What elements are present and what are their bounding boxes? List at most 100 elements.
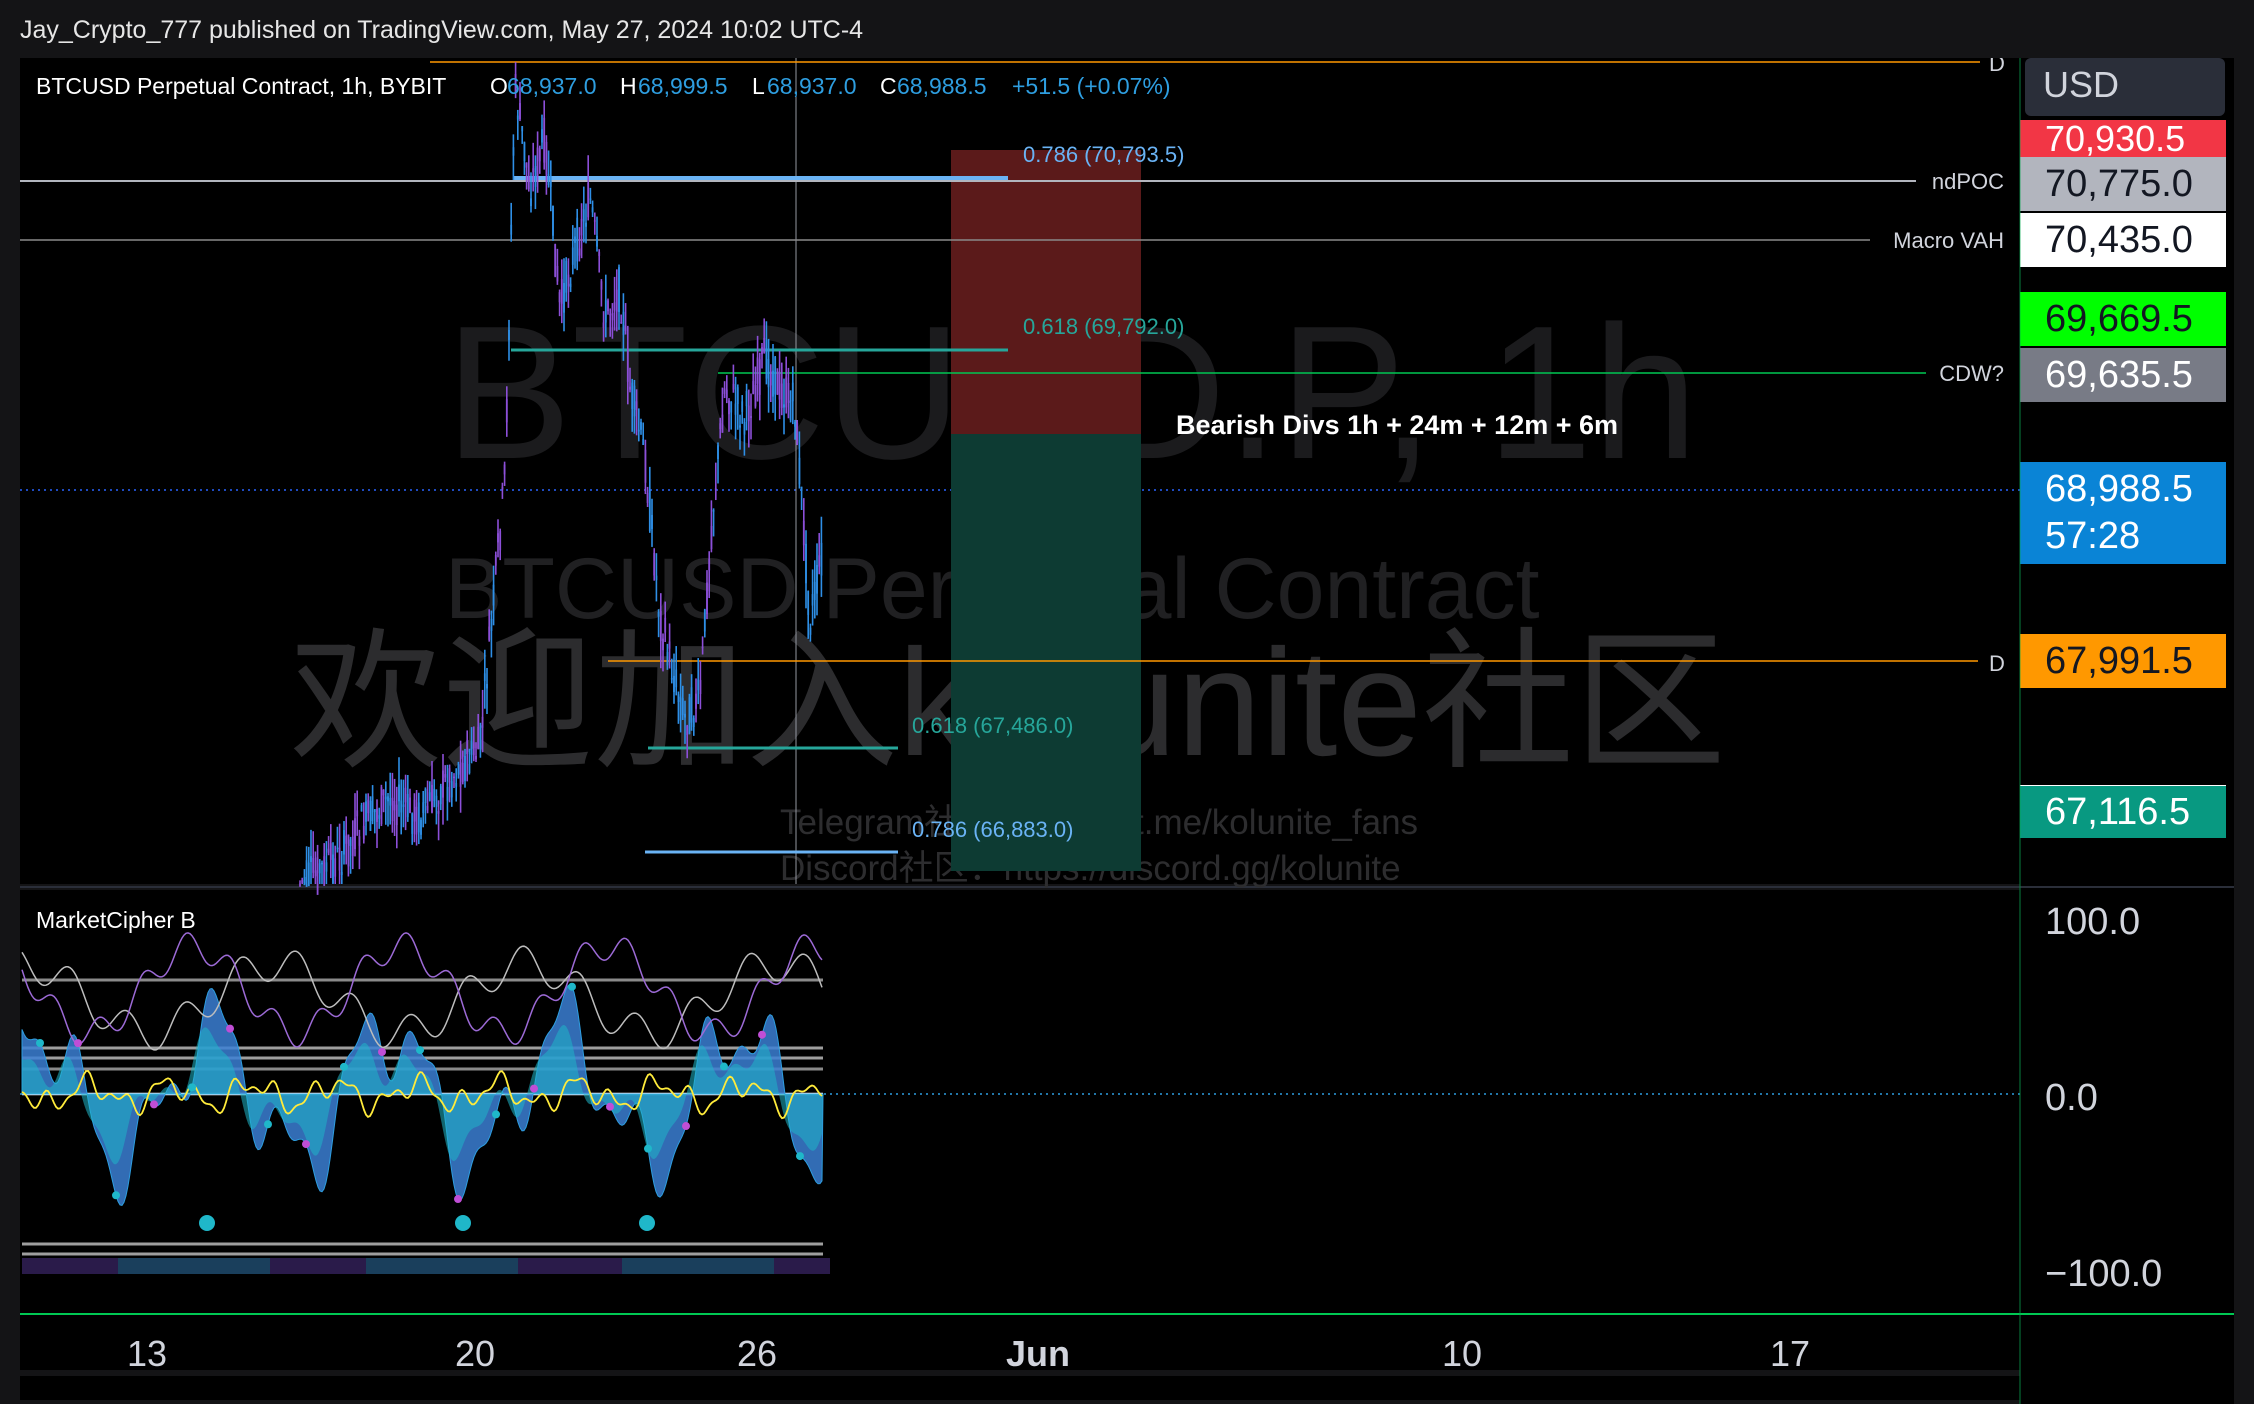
osc-bottom-bar-cell [558,1258,566,1274]
candle-body [413,799,416,822]
candle-body [800,486,803,491]
oscillator-title[interactable]: MarketCipher B [36,907,196,933]
candle-body [646,492,649,503]
osc-bottom-bar-cell [94,1258,102,1274]
osc-bottom-bar-cell [614,1258,622,1274]
candle-body [767,359,770,388]
candle-body [798,457,801,485]
candle-body [426,805,429,811]
osc-signal-dot [378,1047,386,1056]
osc-bottom-bar-cell [278,1258,286,1274]
candle-body [393,800,396,811]
candle-body [398,784,400,802]
osc-bottom-bar-cell [406,1258,414,1274]
candle-body [725,389,728,398]
osc-bottom-bar-cell [230,1258,238,1274]
candle-body [730,401,733,413]
candle-body [384,796,387,800]
osc-bottom-bar-cell [270,1258,278,1274]
candle-body [714,488,717,491]
time-tick-17: 17 [1770,1333,1810,1374]
candle-body [439,786,442,805]
price-tag-stop-text: 70,930.5 [2045,118,2185,159]
candle-body [664,617,667,633]
candle-body [492,584,495,606]
osc-bottom-bar-cell [238,1258,246,1274]
candle-body [589,198,592,200]
candle-body [756,357,759,384]
osc-bottom-bar-cell [486,1258,494,1274]
candle-body [470,740,473,755]
candle-body [776,371,779,395]
candle-body [411,813,414,834]
candle-body [516,115,519,120]
osc-bottom-bar-cell [134,1258,142,1274]
candle-body [710,525,713,550]
osc-bottom-bar-cell [510,1258,518,1274]
candle-body [611,313,614,321]
candle-body [349,839,352,847]
candle-body [362,825,365,840]
candle-body [453,776,455,779]
candle-body [758,359,761,395]
candle-body [499,531,502,551]
osc-bottom-bar-cell [598,1258,606,1274]
osc-bottom-bar-cell [766,1258,774,1274]
candle-body [723,388,726,394]
osc-bottom-bar-cell [150,1258,158,1274]
candle-body [321,862,323,865]
candle-body [626,348,629,382]
osc-bottom-bar-cell [814,1258,822,1274]
candle-body [690,687,693,723]
candle-body [527,176,530,190]
candle-body [754,384,757,407]
candle-body [789,400,792,421]
candle-body [435,795,438,807]
osc-signal-dot [416,1046,424,1055]
currency-button-label[interactable]: USD [2043,64,2119,105]
candle-body [642,439,645,445]
candle-body [534,166,537,187]
candle-body [706,582,708,615]
osc-bottom-bar-cell [726,1258,734,1274]
candle-body [624,325,627,331]
candle-body [521,126,524,132]
osc-bottom-bar-cell [742,1258,750,1274]
chart-canvas[interactable]: BTCUSD.P, 1h BTCUSD Perpetual Contract 欢… [0,58,2254,1404]
publisher-line: Jay_Crypto_777 published on TradingView.… [20,16,864,44]
candle-body [576,217,579,262]
osc-bottom-bar-cell [30,1258,38,1274]
candle-body [765,339,768,379]
osc-bottom-bar-cell [206,1258,214,1274]
candle-body [657,611,660,617]
osc-bottom-bar-cell [518,1258,526,1274]
candle-body [587,182,590,218]
legend-close-value: 68,988.5 [897,73,987,99]
osc-tick-zero: 0.0 [2045,1077,2098,1119]
position-stop-zone[interactable] [951,150,1141,434]
candle-body [602,322,605,328]
osc-bottom-bar-cell [350,1258,358,1274]
candle-body [459,761,462,787]
osc-bottom-bar-cell [550,1258,558,1274]
candle-body [794,421,796,427]
time-tick-10: 10 [1442,1333,1482,1374]
osc-bottom-bar-cell [46,1258,54,1274]
candle-body [545,141,548,175]
osc-bottom-bar-cell [174,1258,182,1274]
osc-signal-dot [302,1140,310,1149]
price-tag-ndpoc-text: 70,775.0 [2045,163,2193,205]
candle-body [358,836,361,846]
osc-tick-bottom: −100.0 [2045,1253,2162,1295]
osc-bottom-bar-cell [470,1258,478,1274]
candle-body [428,792,431,801]
publisher-bar: Jay_Crypto_777 published on TradingView.… [0,0,2254,58]
osc-big-dot [455,1215,471,1231]
candle-body [541,129,543,143]
osc-bottom-bar-cell [414,1258,422,1274]
candle-body [382,789,385,796]
position-target-zone[interactable] [951,434,1141,871]
candle-body [637,429,640,432]
osc-bottom-bar-cell [78,1258,86,1274]
annotation-bearish-divs[interactable]: Bearish Divs 1h + 24m + 12m + 6m [1176,410,1618,440]
